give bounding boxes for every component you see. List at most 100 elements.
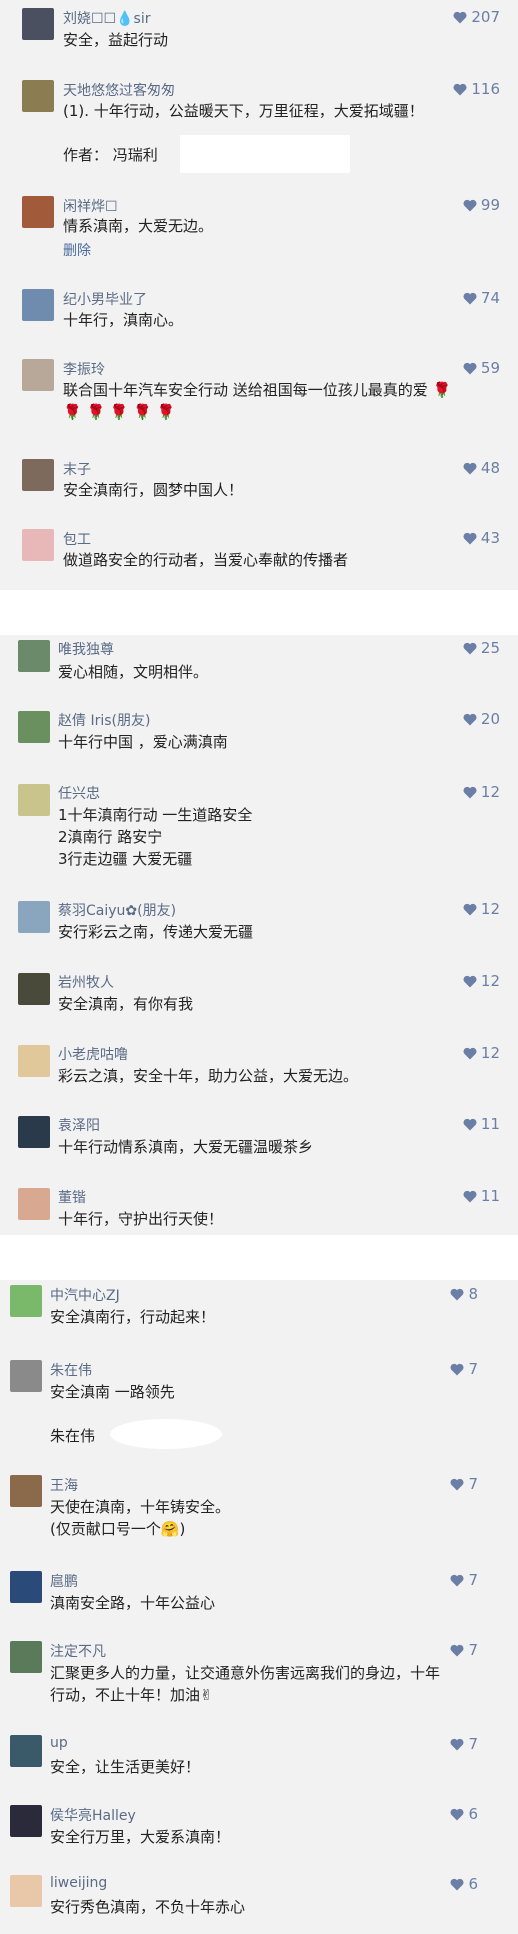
avatar[interactable] [18, 711, 50, 743]
comment-text: 安全滇南行，圆梦中国人！ [63, 481, 244, 499]
avatar[interactable] [22, 80, 54, 112]
commenter-name[interactable]: 李振玲 [63, 359, 105, 379]
commenter-name[interactable]: 朱在伟 [50, 1360, 92, 1380]
like-count: 7 [468, 1735, 478, 1753]
comment-item: 唯我独尊 25 爱心相随，文明相伴。 [0, 635, 518, 695]
like-button[interactable]: 12 [463, 783, 500, 801]
comment-item: up 7 安全，让生活更美好！ [0, 1730, 518, 1795]
avatar[interactable] [18, 784, 50, 816]
like-count: 116 [471, 80, 500, 98]
comment-text: 十年行动情系滇南，大爱无疆温暖茶乡 [58, 1138, 314, 1156]
like-button[interactable]: 7 [450, 1641, 478, 1659]
like-button[interactable]: 20 [463, 710, 500, 728]
like-button[interactable]: 43 [463, 529, 500, 547]
like-button[interactable]: 8 [450, 1285, 478, 1303]
commenter-name[interactable]: 天地悠悠过客匆匆 [63, 80, 175, 100]
commenter-name[interactable]: 扈鹏 [50, 1571, 78, 1591]
like-count: 99 [480, 196, 500, 214]
avatar[interactable] [10, 1735, 42, 1767]
commenter-name[interactable]: 侯华亮Halley [50, 1805, 136, 1825]
like-button[interactable]: 6 [450, 1805, 478, 1823]
commenter-name[interactable]: 闲祥烨☐ [63, 196, 118, 216]
like-button[interactable]: 7 [450, 1571, 478, 1589]
commenter-name[interactable]: 小老虎咕噜 [58, 1044, 128, 1064]
like-button[interactable]: 12 [463, 972, 500, 990]
like-button[interactable]: 59 [463, 359, 500, 377]
heart-icon [463, 462, 477, 474]
avatar[interactable] [22, 459, 54, 491]
comment-text: 十年行，守护出行天使！ [58, 1210, 224, 1228]
like-button[interactable]: 6 [450, 1875, 478, 1893]
heart-icon [450, 1738, 464, 1750]
avatar[interactable] [18, 1188, 50, 1220]
commenter-name[interactable]: liweijing [50, 1875, 107, 1891]
comment-item: 朱在伟 7 安全滇南 一路领先 朱在伟 [0, 1355, 518, 1455]
avatar[interactable] [22, 359, 54, 391]
comment-item: 李振玲 59 联合国十年汽车安全行动 送给祖国每一位孩儿最真的爱 🌹 🌹 🌹 🌹… [0, 355, 518, 435]
like-button[interactable]: 7 [450, 1735, 478, 1753]
like-button[interactable]: 11 [463, 1115, 500, 1133]
like-button[interactable]: 25 [463, 639, 500, 657]
heart-icon [463, 532, 477, 544]
like-count: 12 [480, 972, 500, 990]
avatar[interactable] [10, 1285, 42, 1317]
comment-text: 安全，让生活更美好！ [50, 1758, 201, 1776]
commenter-name[interactable]: 注定不凡 [50, 1641, 106, 1661]
comment-text: 十年行中国 ，爱心满滇南 [58, 733, 228, 751]
avatar[interactable] [18, 640, 50, 672]
heart-icon [453, 83, 467, 95]
avatar[interactable] [10, 1360, 42, 1392]
commenter-name[interactable]: 赵倩 Iris(朋友) [58, 710, 150, 730]
heart-icon [463, 975, 477, 987]
avatar[interactable] [18, 973, 50, 1005]
like-button[interactable]: 74 [463, 289, 500, 307]
avatar[interactable] [10, 1805, 42, 1837]
heart-icon [463, 786, 477, 798]
avatar[interactable] [10, 1475, 42, 1507]
like-count: 48 [480, 459, 500, 477]
like-button[interactable]: 7 [450, 1360, 478, 1378]
commenter-name[interactable]: 袁泽阳 [58, 1115, 100, 1135]
like-button[interactable]: 116 [453, 80, 500, 98]
heart-icon [463, 642, 477, 654]
avatar[interactable] [18, 1045, 50, 1077]
like-count: 25 [480, 639, 500, 657]
commenter-name[interactable]: 唯我独尊 [58, 639, 114, 659]
avatar[interactable] [18, 901, 50, 933]
avatar[interactable] [10, 1571, 42, 1603]
like-button[interactable]: 7 [450, 1475, 478, 1493]
commenter-name[interactable]: 末子 [63, 459, 91, 479]
commenter-name[interactable]: 任兴忠 [58, 783, 100, 803]
commenter-name[interactable]: 王海 [50, 1475, 78, 1495]
commenter-name[interactable]: 岩州牧人 [58, 972, 114, 992]
avatar[interactable] [22, 529, 54, 561]
comment-text: 安行彩云之南，传递大爱无疆 [58, 923, 254, 941]
like-button[interactable]: 99 [463, 196, 500, 214]
avatar[interactable] [22, 8, 54, 40]
avatar[interactable] [10, 1641, 42, 1673]
like-button[interactable]: 12 [463, 900, 500, 918]
like-button[interactable]: 11 [463, 1187, 500, 1205]
redacted-area [110, 1419, 222, 1449]
avatar[interactable] [22, 289, 54, 321]
commenter-name[interactable]: 包工 [63, 529, 91, 549]
commenter-name[interactable]: 蔡羽Caiyu✿(朋友) [58, 900, 176, 920]
like-button[interactable]: 12 [463, 1044, 500, 1062]
comment-item: 小老虎咕噜 12 彩云之滇，安全十年，助力公益，大爱无边。 [0, 1041, 518, 1101]
like-count: 6 [468, 1805, 478, 1823]
like-button[interactable]: 207 [453, 8, 500, 26]
like-count: 7 [468, 1641, 478, 1659]
avatar[interactable] [10, 1875, 42, 1907]
commenter-name[interactable]: 纪小男毕业了 [63, 289, 147, 309]
commenter-name[interactable]: 董锴 [58, 1187, 86, 1207]
commenter-name[interactable]: up [50, 1735, 68, 1751]
comment-item: 注定不凡 7 汇聚更多人的力量，让交通意外伤害远离我们的身边，十年 行动，不止十… [0, 1636, 518, 1726]
comment-text: 彩云之滇，安全十年，助力公益，大爱无边。 [58, 1067, 359, 1085]
delete-link[interactable]: 删除 [63, 240, 91, 260]
commenter-name[interactable]: 中汽中心ZJ [50, 1285, 120, 1305]
commenter-name[interactable]: 刘娆☐☐💧sir [63, 8, 150, 28]
heart-icon [450, 1574, 464, 1586]
avatar[interactable] [22, 196, 54, 228]
avatar[interactable] [18, 1116, 50, 1148]
like-button[interactable]: 48 [463, 459, 500, 477]
